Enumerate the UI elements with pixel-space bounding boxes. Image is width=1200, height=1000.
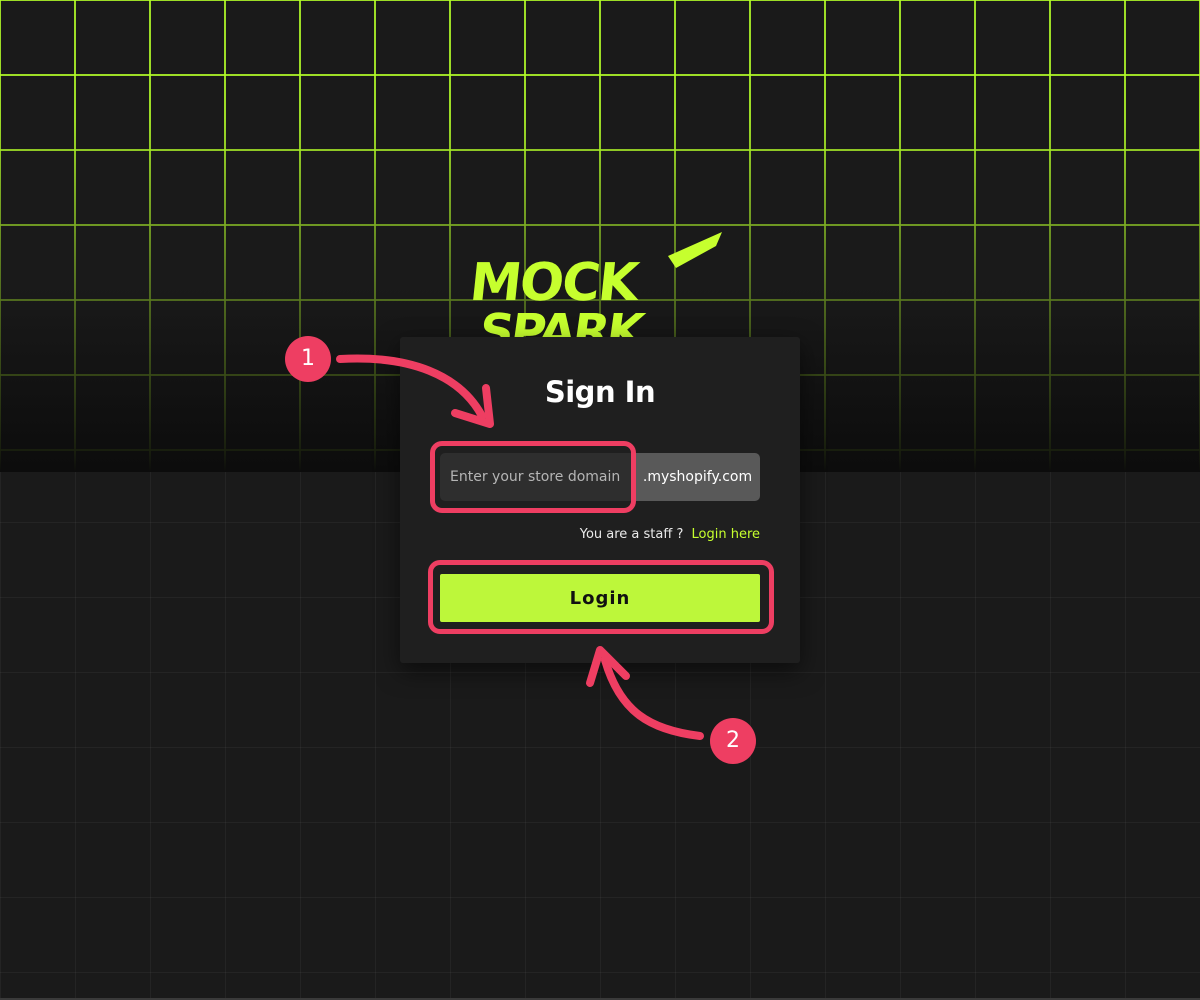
staff-prompt-text: You are a staff ? — [579, 527, 684, 542]
page-title: Sign In — [544, 375, 656, 409]
staff-login-link[interactable]: Login here — [692, 527, 761, 542]
signin-card: Sign In .myshopify.com You are a staff ?… — [400, 337, 800, 663]
step-1-badge: 1 — [285, 336, 331, 382]
staff-login-row: You are a staff ? Login here — [580, 527, 760, 542]
store-domain-input[interactable] — [440, 453, 632, 501]
login-button[interactable]: Login — [440, 574, 760, 622]
step-2-badge: 2 — [710, 718, 756, 764]
logo-k-accent — [668, 232, 722, 268]
domain-suffix-label: .myshopify.com — [633, 453, 760, 501]
